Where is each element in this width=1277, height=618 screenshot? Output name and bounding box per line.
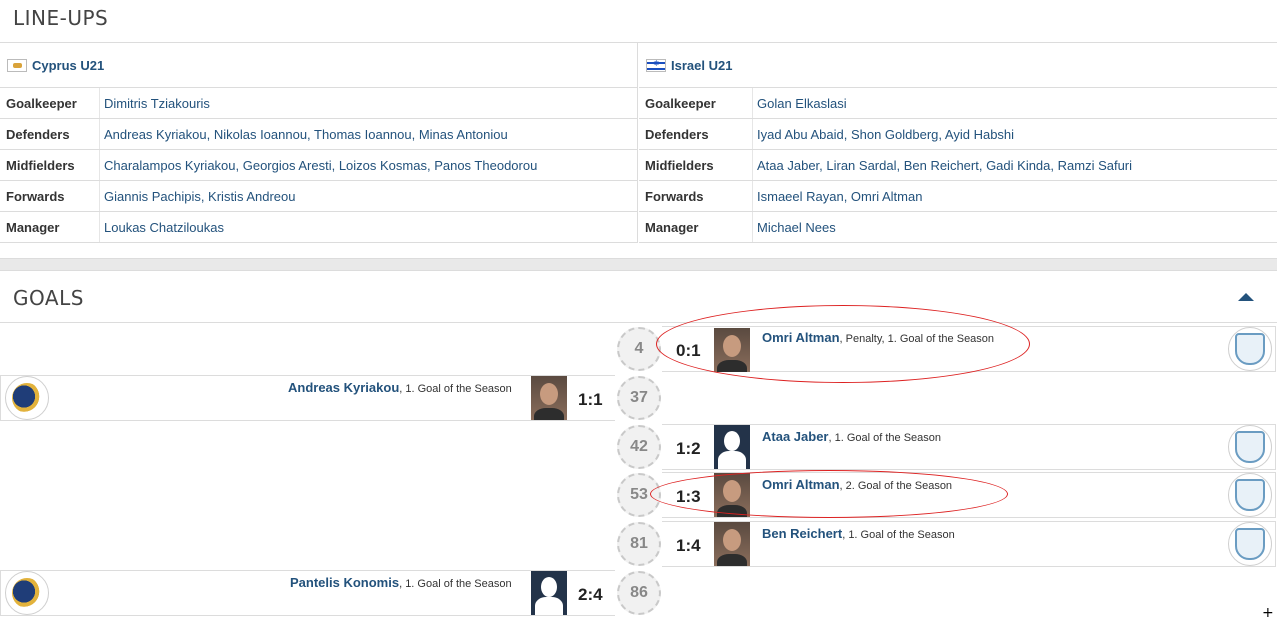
manager-link[interactable]: Michael Nees bbox=[753, 220, 836, 235]
row-label: Defenders bbox=[639, 119, 753, 149]
israel-federation-crest-icon[interactable] bbox=[1228, 473, 1272, 517]
goal-detail: , 1. Goal of the Season bbox=[828, 432, 942, 444]
goal-row-away bbox=[662, 472, 1276, 518]
player-links[interactable]: Charalampos Kyriakou, Georgios Aresti, L… bbox=[100, 158, 537, 173]
goal-score: 1:4 bbox=[676, 536, 701, 555]
player-photo[interactable] bbox=[714, 473, 750, 517]
goal-score: 1:1 bbox=[578, 390, 603, 409]
minute-clock-icon: 4 bbox=[617, 327, 661, 371]
israel-federation-crest-icon[interactable] bbox=[1228, 522, 1272, 566]
lineups-table: Cyprus U21 Goalkeeper Dimitris Tziakouris… bbox=[0, 42, 1277, 243]
goal-scorer: Omri Altman, 2. Goal of the Season bbox=[762, 477, 952, 492]
player-links[interactable]: Dimitris Tziakouris bbox=[100, 96, 210, 111]
away-row-goalkeeper: Goalkeeper Golan Elkaslasi bbox=[639, 88, 1277, 119]
goal-row-away bbox=[662, 521, 1276, 567]
player-photo[interactable] bbox=[531, 376, 567, 420]
cyprus-federation-crest-icon[interactable] bbox=[5, 376, 49, 420]
goal-detail: , 1. Goal of the Season bbox=[842, 529, 955, 541]
goal-score: 2:4 bbox=[578, 585, 603, 604]
goal-scorer: Pantelis Konomis, 1. Goal of the Season bbox=[290, 575, 512, 590]
row-label: Manager bbox=[639, 212, 753, 242]
home-row-defenders: Defenders Andreas Kyriakou, Nikolas Ioann… bbox=[0, 119, 637, 150]
away-row-forwards: Forwards Ismaeel Rayan, Omri Altman bbox=[639, 181, 1277, 212]
israel-flag-icon bbox=[646, 58, 666, 72]
minute-clock-icon: 42 bbox=[617, 425, 661, 469]
player-photo[interactable] bbox=[714, 328, 750, 372]
section-divider bbox=[0, 258, 1277, 271]
chevron-up-icon[interactable] bbox=[1238, 293, 1254, 301]
row-label: Goalkeeper bbox=[0, 88, 100, 118]
player-links[interactable]: Iyad Abu Abaid, Shon Goldberg, Ayid Habs… bbox=[753, 127, 1014, 142]
minute-clock-icon: 53 bbox=[617, 473, 661, 517]
goal-score: 1:2 bbox=[676, 439, 701, 458]
row-label: Midfielders bbox=[0, 150, 100, 180]
away-row-midfielders: Midfielders Ataa Jaber, Liran Sardal, Ben… bbox=[639, 150, 1277, 181]
home-team-name[interactable]: Cyprus U21 bbox=[32, 58, 104, 73]
minute-clock-icon: 37 bbox=[617, 376, 661, 420]
home-row-goalkeeper: Goalkeeper Dimitris Tziakouris bbox=[0, 88, 637, 119]
away-team-name[interactable]: Israel U21 bbox=[671, 58, 732, 73]
lineups-title: LINE-UPS bbox=[13, 6, 109, 30]
manager-link[interactable]: Loukas Chatziloukas bbox=[100, 220, 224, 235]
israel-federation-crest-icon[interactable] bbox=[1228, 425, 1272, 469]
goal-scorer: Omri Altman, Penalty, 1. Goal of the Sea… bbox=[762, 330, 994, 345]
crosshair-cursor-icon: + bbox=[1262, 605, 1274, 618]
player-links[interactable]: Ismaeel Rayan, Omri Altman bbox=[753, 189, 922, 204]
minute-clock-icon: 81 bbox=[617, 522, 661, 566]
player-links[interactable]: Giannis Pachipis, Kristis Andreou bbox=[100, 189, 295, 204]
scorer-link[interactable]: Ben Reichert bbox=[762, 526, 842, 541]
row-label: Forwards bbox=[0, 181, 100, 211]
israel-federation-crest-icon[interactable] bbox=[1228, 327, 1272, 371]
row-label: Defenders bbox=[0, 119, 100, 149]
home-row-manager: Manager Loukas Chatziloukas bbox=[0, 212, 637, 243]
home-lineup: Cyprus U21 Goalkeeper Dimitris Tziakouris… bbox=[0, 43, 638, 243]
goal-score: 1:3 bbox=[676, 487, 701, 506]
home-team-header[interactable]: Cyprus U21 bbox=[0, 43, 637, 88]
cyprus-flag-icon bbox=[7, 58, 27, 72]
goals-divider bbox=[0, 322, 1277, 323]
player-photo-placeholder[interactable] bbox=[531, 571, 567, 615]
row-label: Goalkeeper bbox=[639, 88, 753, 118]
goal-detail: , 1. Goal of the Season bbox=[399, 383, 512, 395]
goal-scorer: Ben Reichert, 1. Goal of the Season bbox=[762, 526, 955, 541]
home-row-forwards: Forwards Giannis Pachipis, Kristis Andreo… bbox=[0, 181, 637, 212]
scorer-link[interactable]: Omri Altman bbox=[762, 477, 840, 492]
goal-detail: , 2. Goal of the Season bbox=[839, 480, 953, 492]
row-label: Forwards bbox=[639, 181, 753, 211]
scorer-link[interactable]: Pantelis Konomis bbox=[290, 575, 399, 590]
scorer-link[interactable]: Omri Altman bbox=[762, 330, 840, 345]
goal-detail: , 1. Goal of the Season bbox=[399, 578, 512, 590]
player-links[interactable]: Golan Elkaslasi bbox=[753, 96, 847, 111]
player-photo-placeholder[interactable] bbox=[714, 425, 750, 469]
goal-detail: , Penalty, 1. Goal of the Season bbox=[839, 333, 995, 345]
goal-row-away bbox=[662, 424, 1276, 470]
away-row-defenders: Defenders Iyad Abu Abaid, Shon Goldberg, … bbox=[639, 119, 1277, 150]
away-lineup: Israel U21 GoalkeeperGolan Elkaslasi Def… bbox=[639, 43, 1277, 243]
row-label: Midfielders bbox=[639, 150, 753, 180]
player-links[interactable]: Andreas Kyriakou, Nikolas Ioannou, Thoma… bbox=[100, 127, 508, 142]
away-team-header[interactable]: Israel U21 bbox=[639, 43, 1277, 88]
minute-clock-icon: 86 bbox=[617, 571, 661, 615]
player-photo[interactable] bbox=[714, 522, 750, 566]
goal-score: 0:1 bbox=[676, 341, 701, 360]
away-row-manager: Manager Michael Nees bbox=[639, 212, 1277, 243]
home-row-midfielders: Midfielders Charalampos Kyriakou, Georgio… bbox=[0, 150, 637, 181]
player-links[interactable]: Ataa Jaber, Liran Sardal, Ben Reichert, … bbox=[753, 158, 1132, 173]
cyprus-federation-crest-icon[interactable] bbox=[5, 571, 49, 615]
goals-title: GOALS bbox=[13, 286, 84, 310]
scorer-link[interactable]: Andreas Kyriakou bbox=[288, 380, 399, 395]
row-label: Manager bbox=[0, 212, 100, 242]
goal-scorer: Ataa Jaber, 1. Goal of the Season bbox=[762, 429, 941, 444]
goal-scorer: Andreas Kyriakou, 1. Goal of the Season bbox=[288, 380, 512, 395]
scorer-link[interactable]: Ataa Jaber bbox=[762, 429, 828, 444]
